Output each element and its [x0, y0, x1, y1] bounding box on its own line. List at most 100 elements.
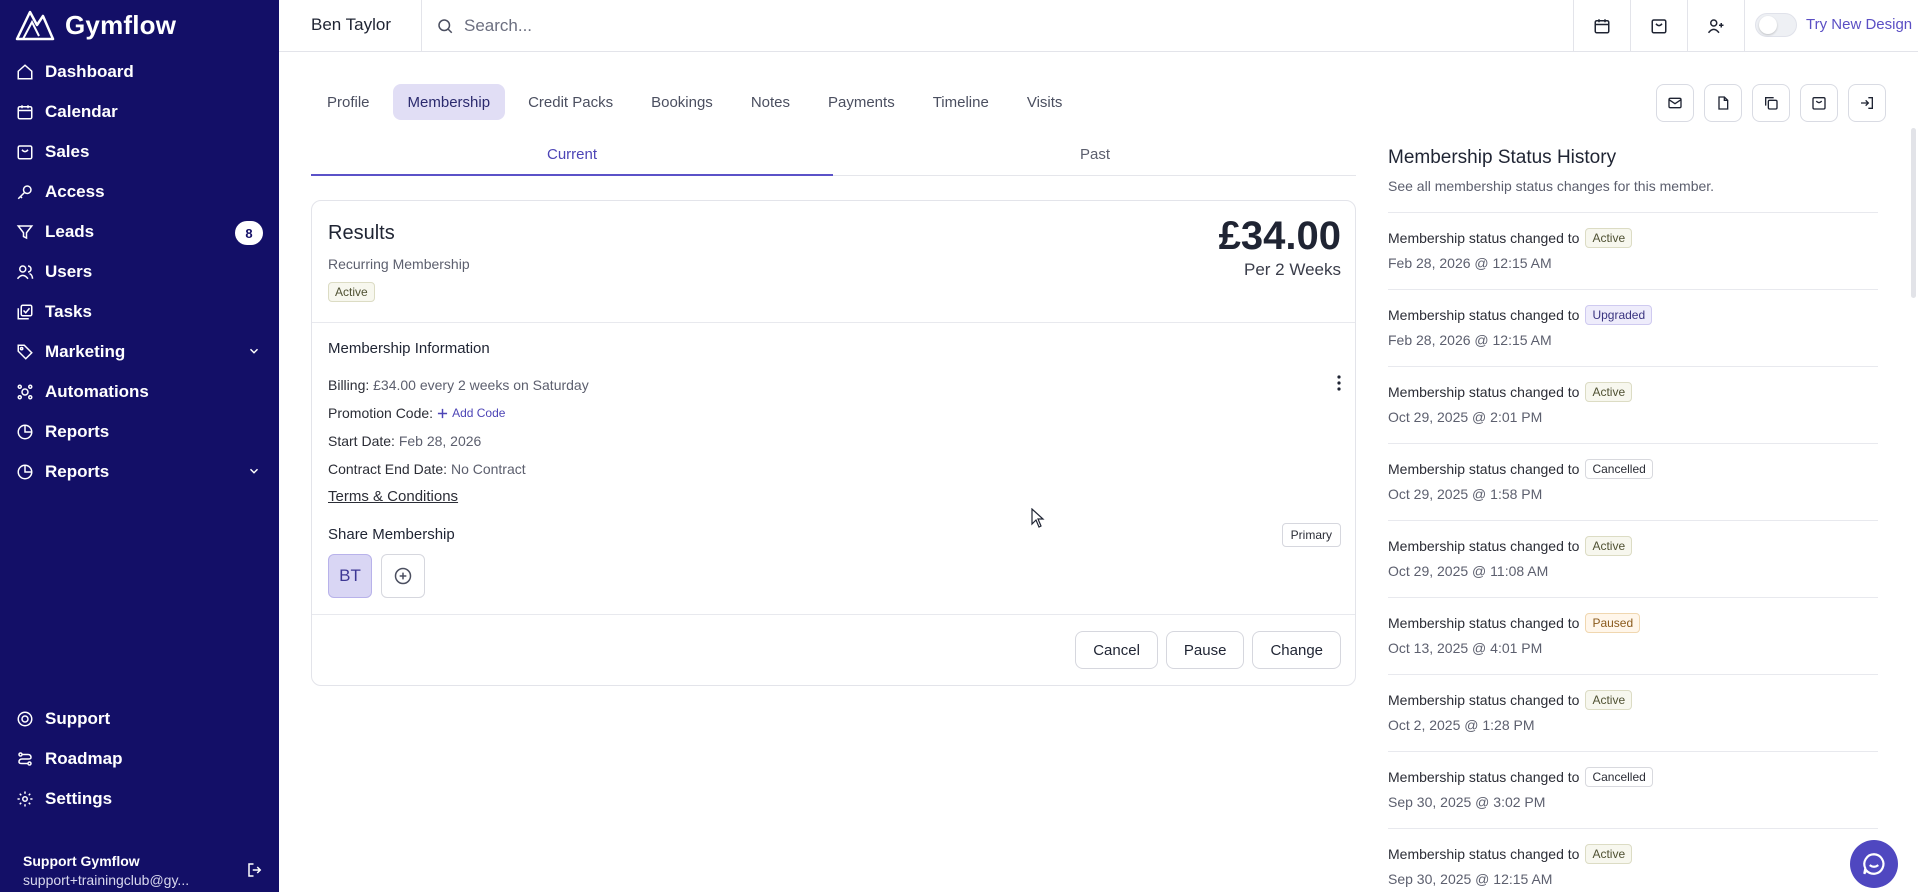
billing-row: Billing: £34.00 every 2 weeks on Saturda… — [328, 377, 589, 393]
document-button[interactable] — [1704, 84, 1742, 122]
history-item: Membership status changed to Paused Oct 1… — [1388, 597, 1878, 674]
history-prefix: Membership status changed to — [1388, 461, 1580, 477]
tab-notes[interactable]: Notes — [736, 84, 805, 120]
sidebar-item-calendar[interactable]: Calendar — [0, 92, 279, 132]
promo-row: Promotion Code: Add Code — [328, 405, 505, 421]
divider — [421, 0, 422, 52]
add-code-button[interactable]: Add Code — [437, 406, 505, 420]
more-options-icon[interactable] — [1337, 375, 1341, 391]
divider — [1744, 0, 1745, 52]
tab-visits[interactable]: Visits — [1012, 84, 1078, 120]
history-date: Sep 30, 2025 @ 3:02 PM — [1388, 794, 1546, 810]
sidebar-item-marketing[interactable]: Marketing — [0, 332, 279, 372]
try-new-design-label[interactable]: Try New Design — [1806, 16, 1912, 33]
sidebar-bottom-nav: Support Roadmap Settings — [0, 699, 279, 819]
add-user-button[interactable] — [1688, 0, 1744, 52]
add-user-icon — [1707, 19, 1724, 34]
chat-icon — [1863, 853, 1885, 875]
sidebar-item-support[interactable]: Support — [0, 699, 279, 739]
sidebar-item-reports[interactable]: Reports — [0, 412, 279, 452]
status-badge: Upgraded — [1585, 305, 1653, 325]
calendar-button[interactable] — [1574, 0, 1630, 52]
history-line: Membership status changed to Paused — [1388, 613, 1641, 633]
sidebar-item-access[interactable]: Access — [0, 172, 279, 212]
history-date: Oct 29, 2025 @ 11:08 AM — [1388, 563, 1549, 579]
sidebar-item-dashboard[interactable]: Dashboard — [0, 52, 279, 92]
sidebar-item-users[interactable]: Users — [0, 252, 279, 292]
sales-button[interactable] — [1631, 0, 1687, 52]
history-item: Membership status changed to Active Sep 3… — [1388, 828, 1878, 892]
history-line: Membership status changed to Active — [1388, 690, 1633, 710]
tab-profile[interactable]: Profile — [312, 84, 385, 120]
tab-bookings[interactable]: Bookings — [636, 84, 728, 120]
copy-button[interactable] — [1752, 84, 1790, 122]
promo-label: Promotion Code: — [328, 405, 434, 421]
history-prefix: Membership status changed to — [1388, 384, 1580, 400]
chevron-down-icon[interactable] — [247, 344, 261, 358]
logout-icon[interactable] — [246, 861, 264, 879]
shopping-bag-icon — [1651, 19, 1667, 34]
funnel-icon — [15, 222, 35, 242]
divider — [312, 322, 1355, 323]
billing-label: Billing: — [328, 377, 370, 393]
membership-type: Recurring Membership — [328, 256, 470, 272]
shopping-bag-icon — [1812, 97, 1826, 110]
sidebar-item-tasks[interactable]: Tasks — [0, 292, 279, 332]
search-input[interactable] — [464, 16, 1264, 36]
sidebar-item-label: Roadmap — [45, 749, 123, 768]
history-line: Membership status changed to Cancelled — [1388, 459, 1653, 479]
tab-payments[interactable]: Payments — [813, 84, 910, 120]
new-design-toggle[interactable] — [1755, 13, 1797, 37]
add-shared-member-button[interactable] — [381, 554, 425, 598]
tab-timeline[interactable]: Timeline — [918, 84, 1004, 120]
status-badge: Paused — [1585, 613, 1641, 633]
history-item: Membership status changed to Active Feb 2… — [1388, 212, 1878, 289]
subtab-past[interactable]: Past — [834, 146, 1356, 176]
avatar[interactable]: BT — [328, 554, 372, 598]
mouse-cursor-icon — [1031, 508, 1045, 528]
subtab-current[interactable]: Current — [311, 146, 833, 176]
brand-logo[interactable]: Gymflow — [15, 6, 176, 44]
status-badge: Active — [1585, 382, 1633, 402]
calendar-icon — [15, 102, 35, 122]
start-date-label: Start Date: — [328, 433, 395, 449]
sidebar-item-sales[interactable]: Sales — [0, 132, 279, 172]
change-button[interactable]: Change — [1252, 631, 1341, 669]
tab-credit-packs[interactable]: Credit Packs — [513, 84, 628, 120]
users-icon — [15, 262, 35, 282]
status-badge: Active — [1585, 228, 1633, 248]
copy-icon — [1765, 97, 1778, 110]
gymflow-logo-icon — [15, 10, 55, 41]
history-prefix: Membership status changed to — [1388, 538, 1580, 554]
chevron-down-icon[interactable] — [247, 464, 261, 478]
sidebar-item-settings[interactable]: Settings — [0, 779, 279, 819]
sidebar-item-roadmap[interactable]: Roadmap — [0, 739, 279, 779]
email-button[interactable] — [1656, 84, 1694, 122]
home-icon — [15, 62, 35, 82]
sidebar-item-automations[interactable]: Automations — [0, 372, 279, 412]
history-date: Sep 30, 2025 @ 12:15 AM — [1388, 871, 1553, 887]
history-prefix: Membership status changed to — [1388, 692, 1580, 708]
terms-link[interactable]: Terms & Conditions — [328, 488, 458, 505]
sidebar-item-leads[interactable]: Leads 8 — [0, 212, 279, 252]
history-item: Membership status changed to Active Oct 2… — [1388, 674, 1878, 751]
history-line: Membership status changed to Active — [1388, 536, 1633, 556]
status-badge: Active — [328, 282, 375, 302]
check-in-button[interactable] — [1848, 84, 1886, 122]
current-user: Support Gymflow support+trainingclub@gy.… — [0, 842, 279, 892]
shop-button[interactable] — [1800, 84, 1838, 122]
cancel-button[interactable]: Cancel — [1075, 631, 1158, 669]
share-membership-title: Share Membership — [328, 526, 455, 543]
tab-membership[interactable]: Membership — [392, 84, 506, 120]
pause-button[interactable]: Pause — [1165, 631, 1245, 669]
leads-count-badge: 8 — [235, 221, 263, 245]
plus-icon — [437, 408, 448, 418]
history-item: Membership status changed to Cancelled Se… — [1388, 751, 1878, 828]
sidebar-item-label: Sales — [45, 142, 90, 161]
shopping-bag-icon — [15, 142, 35, 162]
history-prefix: Membership status changed to — [1388, 615, 1580, 631]
history-prefix: Membership status changed to — [1388, 769, 1580, 785]
sidebar-item-reports-group[interactable]: Reports — [0, 452, 279, 492]
history-scrollbar[interactable] — [1911, 128, 1916, 298]
chat-button[interactable] — [1850, 840, 1898, 888]
